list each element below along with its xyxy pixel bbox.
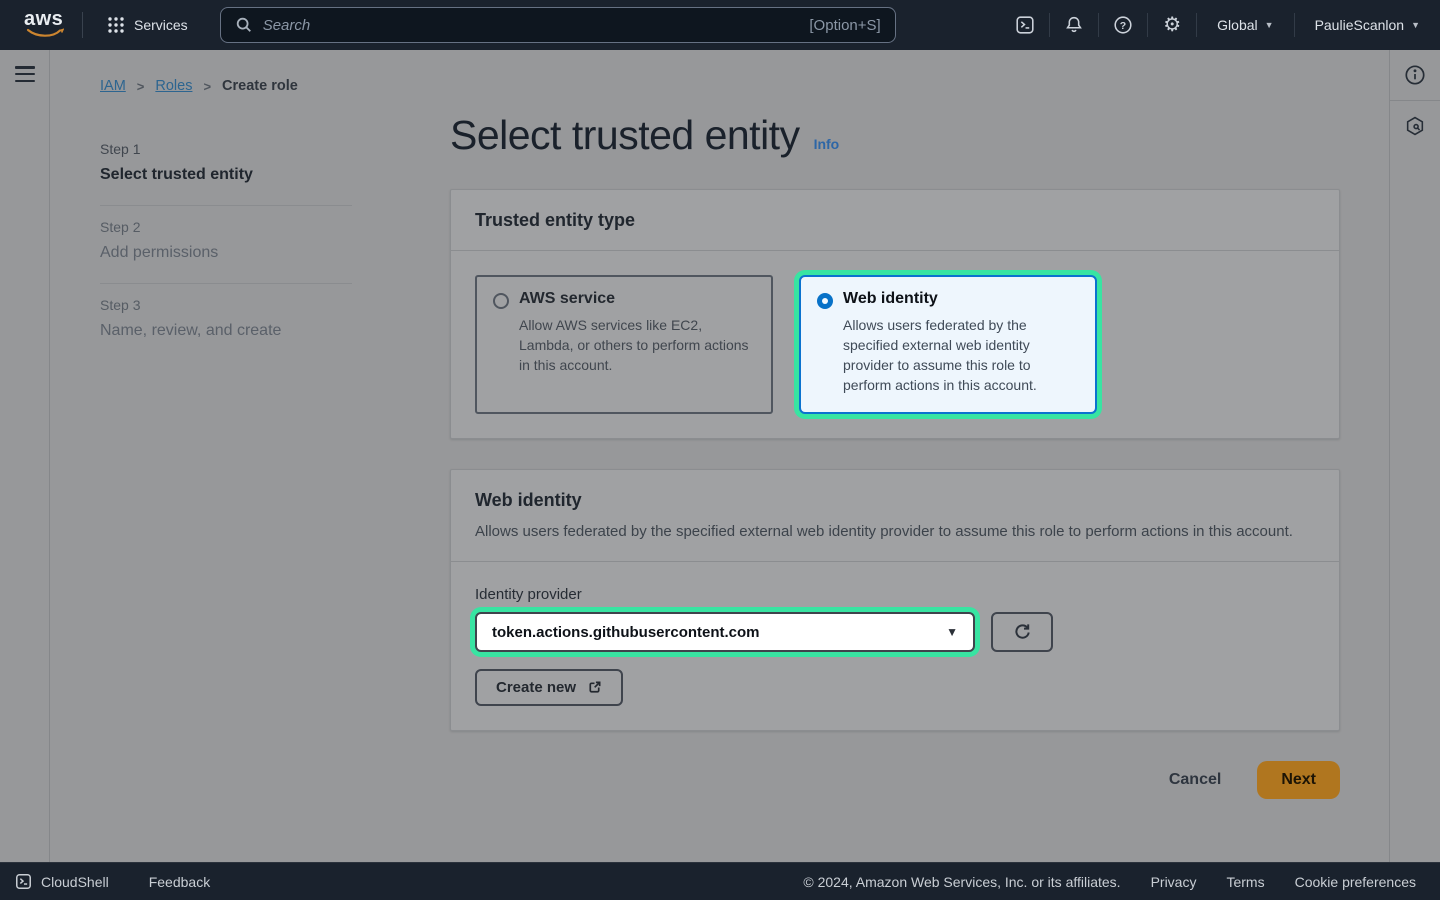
cloudshell-label: CloudShell <box>41 874 109 890</box>
wizard-actions: Cancel Next <box>450 761 1340 799</box>
refresh-icon <box>1011 621 1033 643</box>
resources-panel-button[interactable] <box>1390 101 1440 151</box>
wizard-steps-nav: Step 1 Select trusted entity Step 2 Add … <box>100 128 352 361</box>
create-new-label: Create new <box>496 679 576 696</box>
chevron-down-icon: ▼ <box>1265 20 1274 30</box>
option-title: Web identity <box>843 290 1079 308</box>
step-2-add-permissions: Step 2 Add permissions <box>100 205 352 283</box>
chevron-down-icon: ▼ <box>1411 20 1420 30</box>
radio-selected-icon[interactable] <box>817 293 833 309</box>
card-description: Allows users federated by the specified … <box>475 521 1305 542</box>
identity-provider-label: Identity provider <box>475 586 1315 603</box>
radio-unselected-icon[interactable] <box>493 293 509 309</box>
region-label: Global <box>1217 17 1257 33</box>
search-icon <box>235 16 253 34</box>
svg-text:?: ? <box>1120 20 1126 32</box>
step-number: Step 1 <box>100 141 352 157</box>
aws-logo[interactable]: aws <box>24 8 68 42</box>
hamburger-menu-icon[interactable] <box>15 66 35 82</box>
privacy-link[interactable]: Privacy <box>1151 874 1197 890</box>
aws-console: aws Services [Option+S] <box>0 0 1440 900</box>
footer-bar: CloudShell Feedback © 2024, Amazon Web S… <box>0 862 1440 900</box>
bell-icon <box>1063 14 1085 36</box>
hexagon-icon <box>1404 115 1426 137</box>
feedback-link[interactable]: Feedback <box>149 874 210 890</box>
left-sidebar-strip <box>0 50 50 862</box>
aws-service-option[interactable]: AWS service Allow AWS services like EC2,… <box>475 275 773 414</box>
step-3-name-review-create: Step 3 Name, review, and create <box>100 283 352 361</box>
cloudshell-terminal-icon <box>14 872 33 891</box>
refresh-button[interactable] <box>991 612 1053 652</box>
info-circle-icon <box>1403 63 1427 87</box>
settings-button[interactable]: ⚙ <box>1148 0 1196 50</box>
step-title: Add permissions <box>100 244 352 262</box>
cookie-preferences-link[interactable]: Cookie preferences <box>1295 874 1416 890</box>
info-panel-button[interactable] <box>1390 50 1440 100</box>
step-1-select-trusted-entity: Step 1 Select trusted entity <box>100 128 352 205</box>
nav-right: ? ⚙ Global ▼ PaulieScanlon ▼ <box>1001 0 1440 50</box>
page-title: Select trusted entity <box>450 112 800 159</box>
right-panel-strip <box>1389 50 1440 862</box>
cancel-button[interactable]: Cancel <box>1169 771 1221 789</box>
services-label: Services <box>134 17 188 33</box>
web-identity-card: Web identity Allows users federated by t… <box>450 469 1340 731</box>
breadcrumb-roles-link[interactable]: Roles <box>155 78 192 94</box>
cloudshell-terminal-icon <box>1014 14 1036 36</box>
breadcrumb-iam-link[interactable]: IAM <box>100 78 126 94</box>
services-menu[interactable]: Services <box>97 0 198 50</box>
breadcrumb-separator: > <box>192 79 222 94</box>
option-description: Allows users federated by the specified … <box>843 315 1079 395</box>
terms-link[interactable]: Terms <box>1226 874 1264 890</box>
select-caret-icon: ▼ <box>946 625 958 639</box>
aws-logo-text: aws <box>24 8 68 30</box>
search-bar[interactable]: [Option+S] <box>220 7 896 43</box>
search-shortcut: [Option+S] <box>809 17 880 34</box>
identity-provider-select[interactable]: token.actions.githubusercontent.com ▼ <box>475 612 975 652</box>
breadcrumb-current: Create role <box>222 78 298 94</box>
step-title: Select trusted entity <box>100 166 352 184</box>
option-title: AWS service <box>519 290 755 308</box>
aws-smile-icon <box>26 28 64 38</box>
identity-provider-value: token.actions.githubusercontent.com <box>492 624 760 641</box>
main-content: IAM > Roles > Create role Step 1 Select … <box>50 50 1389 862</box>
wizard-main-panel: Select trusted entity Info Trusted entit… <box>450 112 1340 799</box>
info-link[interactable]: Info <box>814 136 840 152</box>
external-link-icon <box>587 680 602 695</box>
breadcrumb-separator: > <box>126 79 156 94</box>
account-menu[interactable]: PaulieScanlon ▼ <box>1295 0 1440 50</box>
account-label: PaulieScanlon <box>1315 17 1405 33</box>
step-title: Name, review, and create <box>100 322 352 340</box>
gear-icon: ⚙ <box>1163 15 1181 35</box>
cloudshell-button[interactable] <box>1001 0 1049 50</box>
breadcrumb: IAM > Roles > Create role <box>100 78 298 94</box>
option-description: Allow AWS services like EC2, Lambda, or … <box>519 315 755 375</box>
web-identity-option[interactable]: Web identity Allows users federated by t… <box>799 275 1097 414</box>
step-number: Step 2 <box>100 219 352 235</box>
region-selector[interactable]: Global ▼ <box>1197 0 1293 50</box>
top-nav: aws Services [Option+S] <box>0 0 1440 50</box>
nav-separator <box>82 12 83 38</box>
help-icon: ? <box>1112 14 1134 36</box>
help-button[interactable]: ? <box>1099 0 1147 50</box>
next-button[interactable]: Next <box>1257 761 1340 799</box>
notifications-button[interactable] <box>1050 0 1098 50</box>
trusted-entity-type-card: Trusted entity type AWS service Allow AW… <box>450 189 1340 439</box>
search-input[interactable] <box>263 17 800 34</box>
card-title: Trusted entity type <box>475 210 1315 231</box>
footer-cloudshell-button[interactable]: CloudShell <box>14 872 109 891</box>
card-title: Web identity <box>475 490 1315 511</box>
create-new-button[interactable]: Create new <box>475 669 623 706</box>
step-number: Step 3 <box>100 297 352 313</box>
services-grid-icon <box>107 16 125 34</box>
copyright-text: © 2024, Amazon Web Services, Inc. or its… <box>803 874 1120 890</box>
